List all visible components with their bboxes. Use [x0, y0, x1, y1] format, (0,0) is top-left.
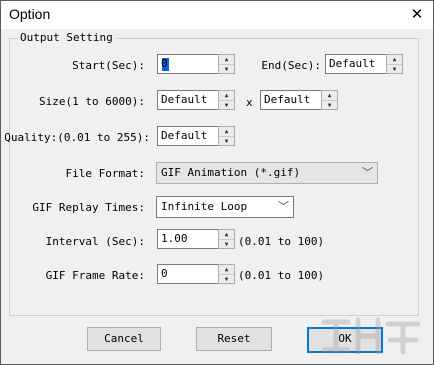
- spin-down-icon[interactable]: ▼: [219, 100, 234, 110]
- close-icon[interactable]: ✕: [405, 3, 429, 25]
- interval-spin-buttons[interactable]: ▲ ▼: [218, 229, 235, 249]
- end-spinner[interactable]: Default ▲ ▼: [325, 54, 403, 74]
- spin-down-icon[interactable]: ▼: [219, 274, 234, 284]
- end-label: End(Sec):: [261, 59, 321, 72]
- spin-up-icon[interactable]: ▲: [322, 91, 337, 100]
- size-height-spinner[interactable]: Default ▲ ▼: [260, 90, 338, 110]
- window-title: Option: [9, 6, 51, 22]
- spin-down-icon[interactable]: ▼: [219, 64, 234, 74]
- size-width-input[interactable]: Default: [157, 90, 219, 110]
- quality-spinner[interactable]: Default ▲ ▼: [157, 126, 235, 146]
- frame-rate-input[interactable]: 0: [157, 264, 219, 284]
- spin-down-icon[interactable]: ▼: [219, 136, 234, 146]
- quality-spin-buttons[interactable]: ▲ ▼: [218, 126, 235, 146]
- file-format-label: File Format:: [65, 167, 145, 180]
- size-width-value: Default: [161, 93, 208, 106]
- start-label: Start(Sec):: [72, 59, 145, 72]
- quality-input[interactable]: Default: [157, 126, 219, 146]
- size-label: Size(1 to 6000):: [39, 95, 145, 108]
- interval-hint: (0.01 to 100): [238, 235, 325, 248]
- chevron-down-icon: ﹀: [362, 166, 373, 179]
- end-input[interactable]: Default: [325, 54, 387, 74]
- interval-label: Interval (Sec):: [45, 235, 145, 248]
- frame-rate-spinner[interactable]: 0 ▲ ▼: [157, 264, 235, 284]
- start-input[interactable]: 0: [157, 54, 219, 74]
- spin-up-icon[interactable]: ▲: [219, 127, 234, 136]
- quality-label: Quality:(0.01 to 255):: [4, 131, 150, 144]
- size-height-value: Default: [264, 93, 311, 106]
- spin-up-icon[interactable]: ▲: [387, 55, 402, 64]
- spin-up-icon[interactable]: ▲: [219, 230, 234, 239]
- frame-rate-label: GIF Frame Rate:: [45, 269, 145, 282]
- frame-rate-hint: (0.01 to 100): [238, 269, 325, 282]
- replay-times-select[interactable]: Infinite Loop ﹀: [156, 196, 294, 218]
- spin-up-icon[interactable]: ▲: [219, 55, 234, 64]
- output-setting-title: Output Setting: [17, 31, 116, 44]
- frame-rate-value: 0: [161, 267, 168, 280]
- spin-down-icon[interactable]: ▼: [387, 64, 402, 74]
- size-separator: x: [246, 96, 253, 109]
- start-spin-buttons[interactable]: ▲ ▼: [218, 54, 235, 74]
- spin-up-icon[interactable]: ▲: [219, 265, 234, 274]
- file-format-value: GIF Animation (*.gif): [161, 166, 301, 179]
- interval-spinner[interactable]: 1.00 ▲ ▼: [157, 229, 235, 249]
- title-bar: Option ✕: [1, 1, 433, 29]
- size-height-spin-buttons[interactable]: ▲ ▼: [321, 90, 338, 110]
- watermark-logo: [321, 317, 421, 355]
- interval-input[interactable]: 1.00: [157, 229, 219, 249]
- spin-down-icon[interactable]: ▼: [219, 239, 234, 249]
- end-value: Default: [329, 57, 376, 70]
- file-format-select[interactable]: GIF Animation (*.gif) ﹀: [156, 162, 378, 184]
- end-spin-buttons[interactable]: ▲ ▼: [386, 54, 403, 74]
- start-value: 0: [161, 57, 168, 70]
- reset-button[interactable]: Reset: [196, 327, 272, 351]
- replay-times-value: Infinite Loop: [161, 200, 248, 213]
- cancel-button[interactable]: Cancel: [87, 327, 161, 351]
- quality-value: Default: [161, 129, 208, 142]
- replay-times-label: GIF Replay Times:: [32, 201, 145, 214]
- size-height-input[interactable]: Default: [260, 90, 322, 110]
- interval-value: 1.00: [161, 232, 188, 245]
- chevron-down-icon: ﹀: [278, 200, 289, 213]
- size-width-spin-buttons[interactable]: ▲ ▼: [218, 90, 235, 110]
- frame-rate-spin-buttons[interactable]: ▲ ▼: [218, 264, 235, 284]
- start-spinner[interactable]: 0 ▲ ▼: [157, 54, 235, 74]
- size-width-spinner[interactable]: Default ▲ ▼: [157, 90, 235, 110]
- spin-up-icon[interactable]: ▲: [219, 91, 234, 100]
- spin-down-icon[interactable]: ▼: [322, 100, 337, 110]
